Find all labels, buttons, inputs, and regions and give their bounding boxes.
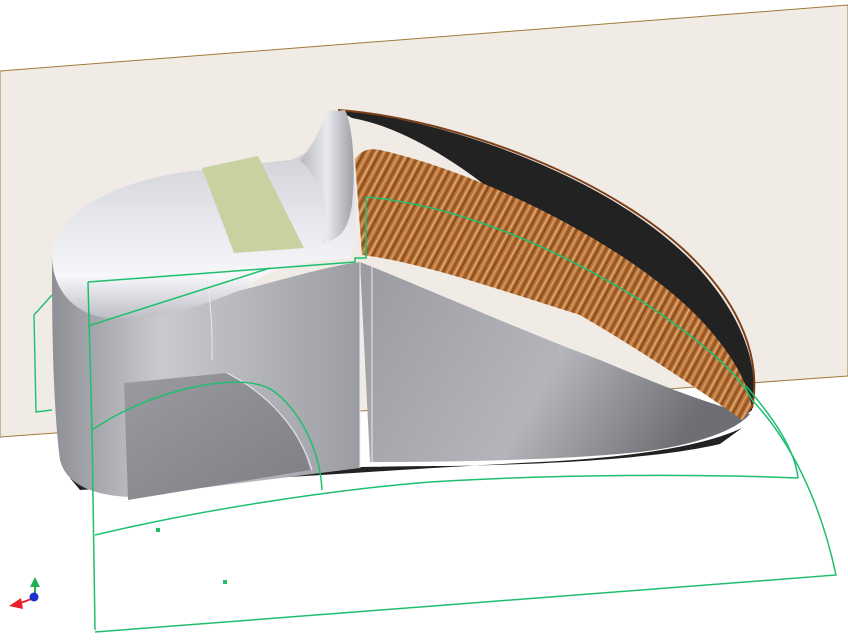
model-canvas[interactable]	[0, 0, 848, 641]
axis-z-dot-icon	[29, 592, 39, 602]
cad-3d-viewport[interactable]	[0, 0, 848, 641]
axis-y-arrow-icon	[30, 577, 40, 587]
axis-x-arrow-icon	[9, 598, 23, 609]
coordinate-triad[interactable]	[9, 577, 40, 609]
sketch-point[interactable]	[223, 580, 227, 584]
sketch-point[interactable]	[156, 528, 160, 532]
